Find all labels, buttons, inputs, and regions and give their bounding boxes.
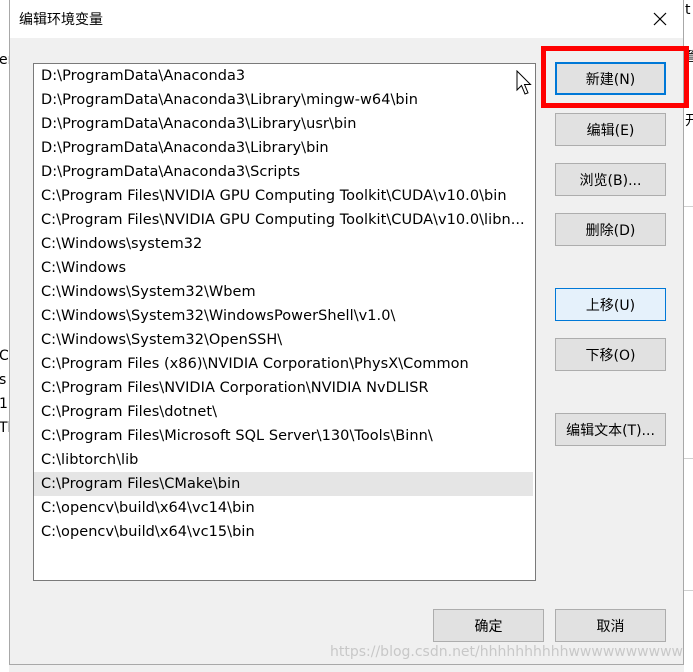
- list-item[interactable]: C:\Program Files\Microsoft SQL Server\13…: [34, 424, 533, 448]
- list-item[interactable]: C:\Program Files\NVIDIA Corporation\NVID…: [34, 376, 533, 400]
- list-item[interactable]: C:\Windows\System32\Wbem: [34, 280, 533, 304]
- bg-text: t: [685, 2, 691, 18]
- list-item[interactable]: D:\ProgramData\Anaconda3\Library\mingw-w…: [34, 88, 533, 112]
- background-window-left-edge: er C s 1 Th: [0, 0, 16, 672]
- list-item[interactable]: D:\ProgramData\Anaconda3\Scripts: [34, 160, 533, 184]
- delete-button[interactable]: 删除(D): [555, 213, 666, 246]
- list-item[interactable]: C:\libtorch\lib: [34, 448, 533, 472]
- browse-button[interactable]: 浏览(B)...: [555, 163, 666, 196]
- list-item[interactable]: D:\ProgramData\Anaconda3\Library\bin: [34, 136, 533, 160]
- list-item[interactable]: C:\Program Files\dotnet\: [34, 400, 533, 424]
- edit-button[interactable]: 编辑(E): [555, 113, 666, 146]
- bg-text: C: [0, 348, 9, 364]
- edit-text-button[interactable]: 编辑文本(T)...: [555, 413, 666, 446]
- close-icon: [653, 12, 667, 26]
- mouse-pointer-icon: [516, 70, 532, 95]
- list-item[interactable]: C:\Program Files (x86)\NVIDIA Corporatio…: [34, 352, 533, 376]
- watermark: https://blog.csdn.net/hhhhhhhhhhwwwwwwww…: [330, 644, 683, 660]
- ok-button[interactable]: 确定: [433, 609, 544, 642]
- background-window-right-edge: t 管 开: [684, 0, 693, 672]
- close-button[interactable]: [637, 0, 683, 38]
- title-bar[interactable]: 编辑环境变量: [10, 0, 683, 38]
- move-down-button[interactable]: 下移(O): [555, 338, 666, 371]
- cancel-button[interactable]: 取消: [555, 609, 666, 642]
- list-item[interactable]: C:\Windows\System32\WindowsPowerShell\v1…: [34, 304, 533, 328]
- list-item[interactable]: D:\ProgramData\Anaconda3: [34, 64, 533, 88]
- list-item[interactable]: C:\Program Files\CMake\bin: [34, 472, 533, 496]
- bg-text: 1: [0, 396, 8, 412]
- bg-text: 开: [685, 113, 693, 129]
- bg-divider: [684, 458, 693, 459]
- list-item[interactable]: C:\Windows\system32: [34, 232, 533, 256]
- bg-text: 管: [685, 49, 693, 65]
- move-up-button[interactable]: 上移(U): [555, 288, 666, 321]
- dialog-title: 编辑环境变量: [19, 12, 103, 28]
- list-item[interactable]: D:\ProgramData\Anaconda3\Library\usr\bin: [34, 112, 533, 136]
- bg-divider: [684, 590, 693, 591]
- list-item[interactable]: C:\opencv\build\x64\vc14\bin: [34, 496, 533, 520]
- list-item[interactable]: C:\Program Files\NVIDIA GPU Computing To…: [34, 208, 533, 232]
- bg-divider: [684, 206, 693, 207]
- edit-environment-variable-dialog: 编辑环境变量 D:\ProgramData\Anaconda3 D:\Progra…: [9, 0, 689, 665]
- list-item[interactable]: C:\opencv\build\x64\vc15\bin: [34, 520, 533, 544]
- path-list[interactable]: D:\ProgramData\Anaconda3 D:\ProgramData\A…: [33, 63, 536, 581]
- bg-text: s: [0, 372, 7, 388]
- list-item[interactable]: C:\Windows\System32\OpenSSH\: [34, 328, 533, 352]
- list-item[interactable]: C:\Program Files\NVIDIA GPU Computing To…: [34, 184, 533, 208]
- list-item[interactable]: C:\Windows: [34, 256, 533, 280]
- new-button[interactable]: 新建(N): [555, 62, 666, 95]
